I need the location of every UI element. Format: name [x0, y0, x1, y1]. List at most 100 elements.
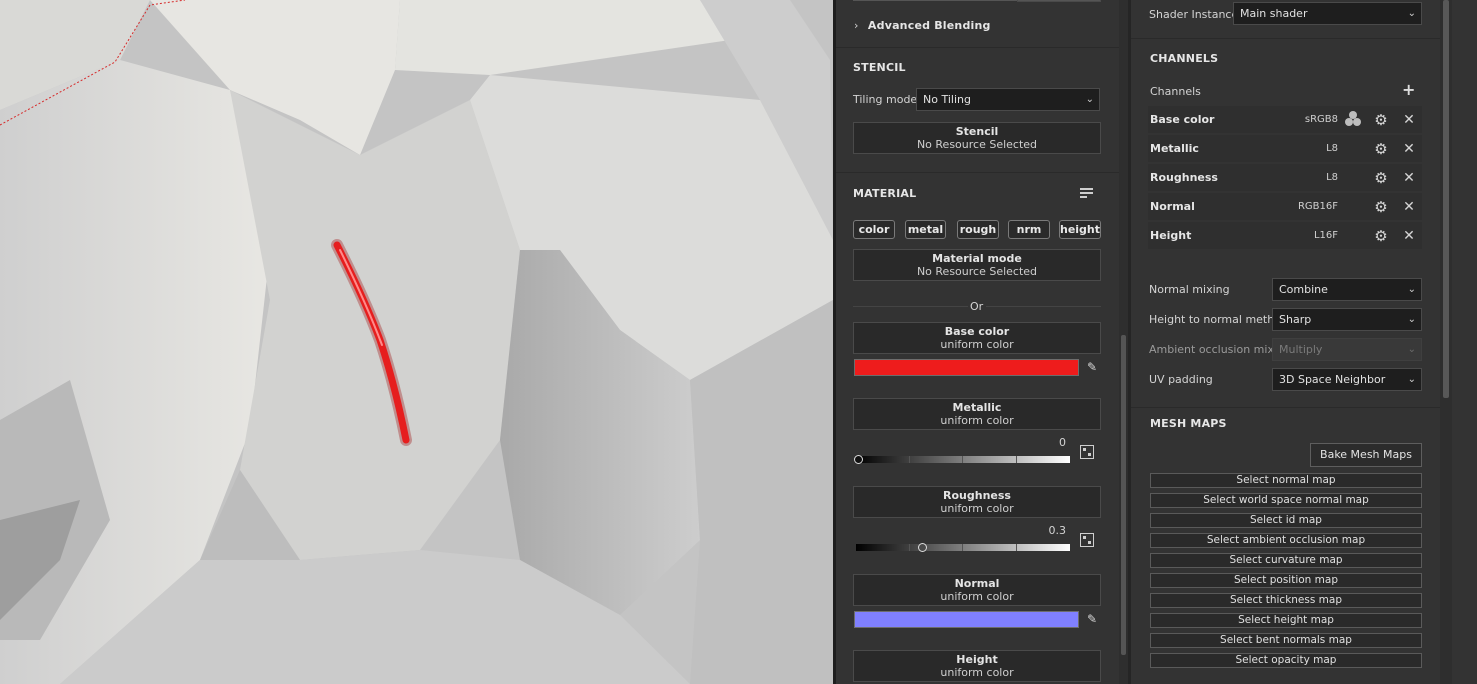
- channels-section-title: CHANNELS: [1150, 52, 1219, 65]
- tiling-mode-label: Tiling mode: [853, 93, 918, 106]
- height-button[interactable]: Height uniform color: [853, 650, 1101, 682]
- tiling-mode-value: No Tiling: [923, 93, 971, 106]
- shader-instance-value: Main shader: [1240, 7, 1308, 20]
- base-color-title: Base color: [944, 325, 1010, 338]
- select-world-space-normal-map-button[interactable]: Select world space normal map: [1150, 493, 1422, 508]
- right-scrollbar[interactable]: [1440, 0, 1452, 684]
- random-seed-icon[interactable]: [1080, 445, 1094, 459]
- normal-button[interactable]: Normal uniform color: [853, 574, 1101, 606]
- select-opacity-map-button[interactable]: Select opacity map: [1150, 653, 1422, 668]
- select-normal-map-button[interactable]: Select normal map: [1150, 473, 1422, 488]
- gear-icon[interactable]: ⚙: [1373, 170, 1389, 186]
- mesh-maps-section-title: MESH MAPS: [1150, 417, 1227, 430]
- normal-mixing-select[interactable]: Combine ⌄: [1272, 278, 1422, 301]
- roughness-title: Roughness: [943, 489, 1011, 502]
- middle-scrollbar[interactable]: [1119, 0, 1128, 684]
- advanced-blending-label: Advanced Blending: [867, 19, 991, 32]
- select-position-map-button[interactable]: Select position map: [1150, 573, 1422, 588]
- close-icon[interactable]: ✕: [1402, 171, 1416, 185]
- select-ambient-occlusion-map-button[interactable]: Select ambient occlusion map: [1150, 533, 1422, 548]
- channel-format[interactable]: L8: [1278, 143, 1338, 154]
- chevron-down-icon: ⌄: [1407, 344, 1416, 355]
- gear-icon[interactable]: ⚙: [1373, 141, 1389, 157]
- roughness-slider-handle[interactable]: [917, 543, 927, 552]
- select-id-map-button[interactable]: Select id map: [1150, 513, 1422, 528]
- color-split-icon[interactable]: [1345, 111, 1361, 127]
- tiling-mode-select[interactable]: No Tiling ⌄: [916, 88, 1100, 111]
- height-to-normal-select[interactable]: Sharp ⌄: [1272, 308, 1422, 331]
- base-color-subtitle: uniform color: [940, 338, 1014, 351]
- gear-icon[interactable]: ⚙: [1373, 199, 1389, 215]
- material-menu-icon[interactable]: [1080, 186, 1094, 200]
- roughness-value[interactable]: 0.3: [1040, 524, 1067, 537]
- chip-metal[interactable]: metal: [905, 220, 946, 239]
- select-bent-normals-map-button[interactable]: Select bent normals map: [1150, 633, 1422, 648]
- normal-subtitle: uniform color: [940, 590, 1014, 603]
- select-thickness-map-button[interactable]: Select thickness map: [1150, 593, 1422, 608]
- close-icon[interactable]: ✕: [1402, 113, 1416, 127]
- 3d-viewport[interactable]: [0, 0, 833, 684]
- chip-color[interactable]: color: [853, 220, 895, 239]
- select-height-map-button[interactable]: Select height map: [1150, 613, 1422, 628]
- close-icon[interactable]: ✕: [1402, 229, 1416, 243]
- select-curvature-map-button[interactable]: Select curvature map: [1150, 553, 1422, 568]
- add-channel-icon[interactable]: +: [1402, 82, 1415, 98]
- channel-name: Height: [1150, 229, 1192, 242]
- normal-title: Normal: [954, 577, 1000, 590]
- chip-rough[interactable]: rough: [957, 220, 999, 239]
- random-seed-icon[interactable]: [1080, 533, 1094, 547]
- material-mode-button[interactable]: Material mode No Resource Selected: [853, 249, 1101, 281]
- gear-icon[interactable]: ⚙: [1373, 112, 1389, 128]
- chevron-down-icon: ⌄: [1407, 314, 1416, 325]
- chip-nrm[interactable]: nrm: [1008, 220, 1050, 239]
- metallic-value[interactable]: 0: [1040, 436, 1066, 449]
- channel-format[interactable]: L16F: [1278, 230, 1338, 241]
- normal-mixing-value: Combine: [1279, 283, 1328, 296]
- stencil-title: Stencil: [955, 125, 999, 138]
- stencil-resource-button[interactable]: Stencil No Resource Selected: [853, 122, 1101, 154]
- roughness-slider[interactable]: [856, 544, 1070, 551]
- ao-mixing-label: Ambient occlusion mixing: [1149, 343, 1291, 356]
- bake-mesh-maps-button[interactable]: Bake Mesh Maps: [1310, 443, 1422, 467]
- chevron-down-icon: ⌄: [1407, 374, 1416, 385]
- chip-height[interactable]: height: [1059, 220, 1101, 239]
- channel-format[interactable]: sRGB8: [1278, 114, 1338, 125]
- viewport-scene: [0, 0, 833, 684]
- metallic-slider-handle[interactable]: [853, 455, 863, 464]
- channel-name: Metallic: [1150, 142, 1199, 155]
- eyedropper-icon[interactable]: ✎: [1085, 360, 1099, 374]
- channels-label: Channels: [1150, 85, 1201, 98]
- gear-icon[interactable]: ⚙: [1373, 228, 1389, 244]
- or-label: Or: [970, 300, 984, 313]
- metallic-button[interactable]: Metallic uniform color: [853, 398, 1101, 430]
- channel-format[interactable]: RGB16F: [1278, 201, 1338, 212]
- normal-mixing-label: Normal mixing: [1149, 283, 1230, 296]
- metallic-title: Metallic: [952, 401, 1002, 414]
- height-to-normal-label: Height to normal method: [1149, 313, 1288, 326]
- ao-mixing-value: Multiply: [1279, 343, 1323, 356]
- shader-instance-select[interactable]: Main shader ⌄: [1233, 2, 1422, 25]
- normal-color-swatch[interactable]: [854, 611, 1079, 628]
- height-to-normal-value: Sharp: [1279, 313, 1312, 326]
- base-color-swatch[interactable]: [854, 359, 1079, 376]
- height-title: Height: [956, 653, 998, 666]
- stencil-section-title: STENCIL: [853, 61, 906, 74]
- stencil-subtitle: No Resource Selected: [916, 138, 1038, 151]
- base-color-button[interactable]: Base color uniform color: [853, 322, 1101, 354]
- eyedropper-icon[interactable]: ✎: [1085, 612, 1099, 626]
- close-icon[interactable]: ✕: [1402, 142, 1416, 156]
- uv-padding-select[interactable]: 3D Space Neighbor ⌄: [1272, 368, 1422, 391]
- uv-padding-label: UV padding: [1149, 373, 1213, 386]
- advanced-blending-toggle[interactable]: › Advanced Blending: [854, 19, 991, 32]
- roughness-subtitle: uniform color: [940, 502, 1014, 515]
- chevron-down-icon: ⌄: [1407, 8, 1416, 19]
- height-subtitle: uniform color: [940, 666, 1014, 679]
- metallic-subtitle: uniform color: [940, 414, 1014, 427]
- channel-name: Normal: [1150, 200, 1195, 213]
- metallic-slider[interactable]: [856, 456, 1070, 463]
- roughness-button[interactable]: Roughness uniform color: [853, 486, 1101, 518]
- channel-format[interactable]: L8: [1278, 172, 1338, 183]
- close-icon[interactable]: ✕: [1402, 200, 1416, 214]
- material-mode-subtitle: No Resource Selected: [916, 265, 1038, 278]
- channel-name: Base color: [1150, 113, 1215, 126]
